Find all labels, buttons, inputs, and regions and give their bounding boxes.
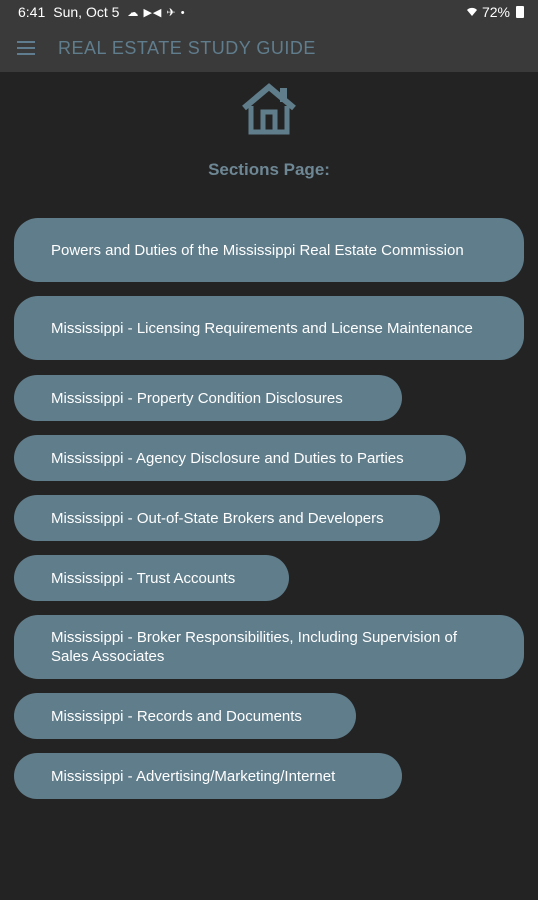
- app-title: REAL ESTATE STUDY GUIDE: [58, 37, 316, 58]
- app-bar: REAL ESTATE STUDY GUIDE: [0, 24, 538, 72]
- section-button[interactable]: Mississippi - Trust Accounts: [14, 555, 289, 601]
- status-bar: 6:41 Sun, Oct 5 ☁ ▶◀ ✈ • 72%: [0, 0, 538, 24]
- section-button[interactable]: Mississippi - Out-of-State Brokers and D…: [14, 495, 440, 541]
- section-button[interactable]: Mississippi - Advertising/Marketing/Inte…: [14, 753, 402, 799]
- status-date: Sun, Oct 5: [53, 4, 120, 20]
- menu-icon: [17, 39, 35, 57]
- battery-icon: [516, 6, 524, 18]
- section-button[interactable]: Mississippi - Property Condition Disclos…: [14, 375, 402, 421]
- section-button[interactable]: Powers and Duties of the Mississippi Rea…: [14, 218, 524, 282]
- section-button[interactable]: Mississippi - Agency Disclosure and Duti…: [14, 435, 466, 481]
- section-button[interactable]: Mississippi - Records and Documents: [14, 693, 356, 739]
- status-time: 6:41: [18, 4, 46, 20]
- menu-button[interactable]: [0, 24, 58, 72]
- home-icon: [242, 83, 296, 135]
- page-heading: Sections Page:: [208, 160, 330, 179]
- notification-icons: ☁ ▶◀ ✈ •: [127, 6, 186, 19]
- section-button[interactable]: Mississippi - Broker Responsibilities, I…: [14, 615, 524, 679]
- wifi-icon: [466, 4, 478, 20]
- section-button[interactable]: Mississippi - Licensing Requirements and…: [14, 296, 524, 360]
- battery-level: 72%: [481, 4, 510, 20]
